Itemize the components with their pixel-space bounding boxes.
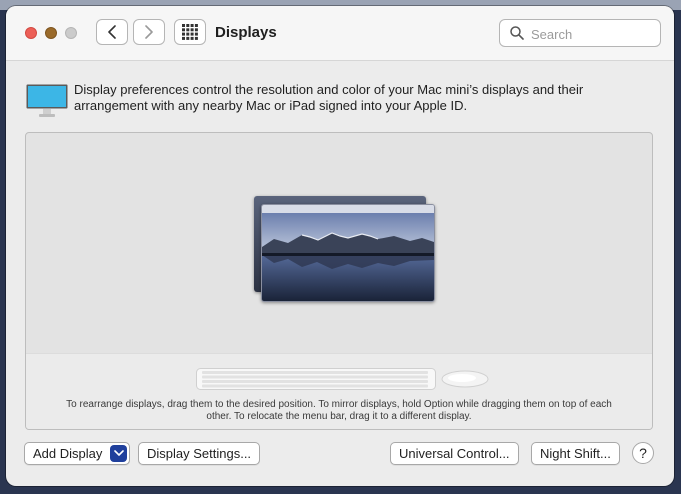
search-input[interactable] (529, 24, 653, 44)
window-title: Displays (215, 24, 277, 41)
close-button[interactable] (25, 27, 37, 39)
chevron-left-icon (108, 25, 116, 39)
show-all-button[interactable] (174, 19, 206, 45)
search-field[interactable] (499, 19, 661, 47)
display-thumbnail-main[interactable] (261, 204, 435, 302)
mouse-icon (441, 370, 489, 388)
display-arrangement-area: To rearrange displays, drag them to the … (25, 132, 653, 430)
display-settings-button[interactable]: Display Settings... (138, 442, 261, 465)
help-button[interactable]: ? (632, 442, 654, 464)
chevron-down-icon (114, 450, 124, 456)
titlebar: Displays (6, 6, 674, 61)
wallpaper-image (262, 205, 434, 301)
zoom-button[interactable] (65, 27, 77, 39)
arrangement-hint: To rearrange displays, drag them to the … (66, 399, 612, 422)
search-icon (510, 26, 524, 40)
add-display-label: Add Display (33, 446, 103, 461)
back-button[interactable] (96, 19, 128, 45)
keyboard-icon (196, 368, 436, 390)
forward-button[interactable] (133, 19, 165, 45)
grid-icon (182, 24, 198, 40)
description-text: Display preferences control the resoluti… (74, 82, 584, 113)
chevron-right-icon (145, 25, 153, 39)
universal-control-button[interactable]: Universal Control... (390, 442, 519, 465)
displays-window: Displays Display preferences control the… (6, 6, 674, 486)
night-shift-button[interactable]: Night Shift... (531, 442, 620, 465)
minimize-button[interactable] (45, 27, 57, 39)
dropdown-arrow[interactable] (110, 445, 128, 462)
add-display-popup[interactable]: Add Display (24, 442, 131, 465)
display-icon (26, 84, 68, 117)
